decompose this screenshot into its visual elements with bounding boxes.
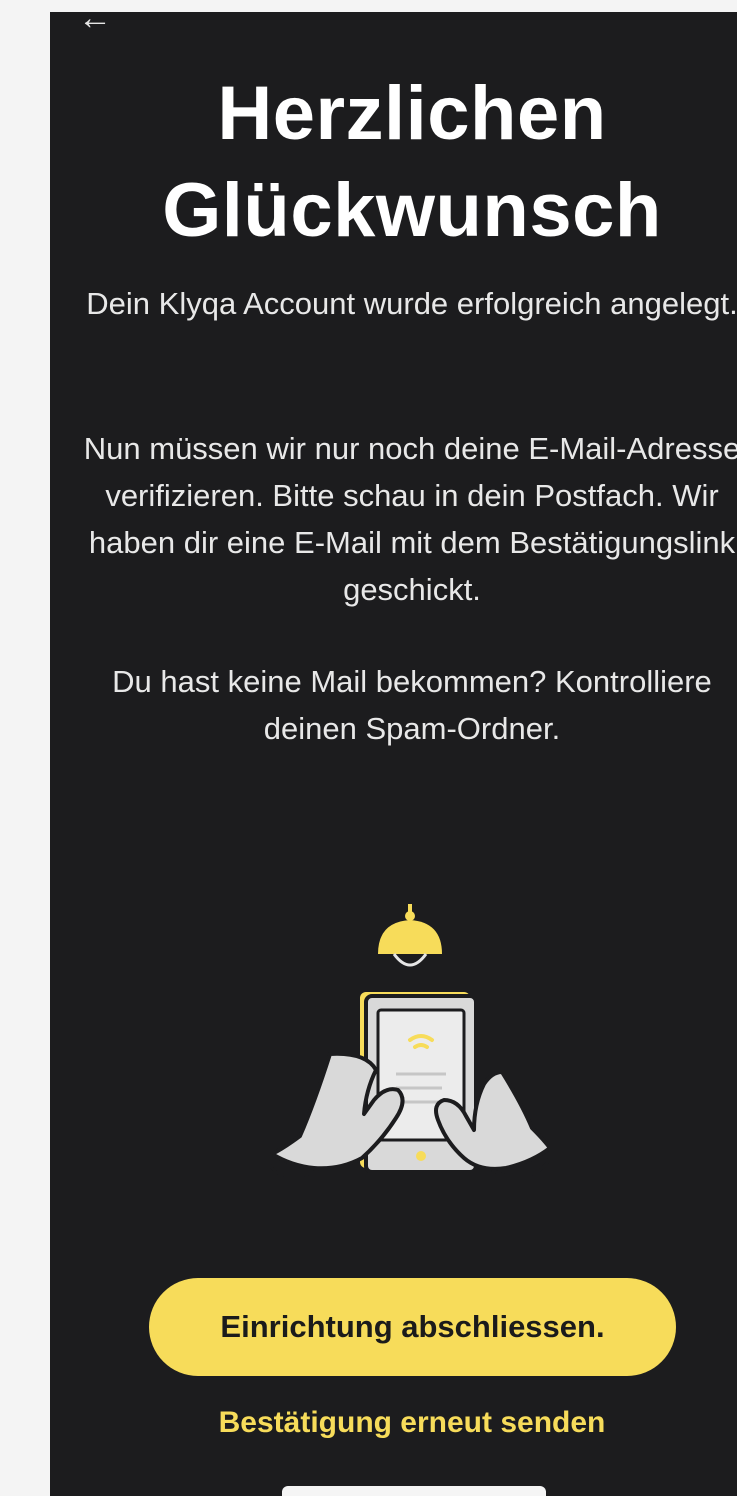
arrow-left-icon: ← xyxy=(78,12,112,37)
lamp-icon xyxy=(378,904,442,967)
resend-confirmation-link[interactable]: Bestätigung erneut senden xyxy=(50,1406,737,1440)
finish-setup-button[interactable]: Einrichtung abschliessen. xyxy=(149,1278,676,1376)
home-indicator xyxy=(282,1486,546,1496)
spam-hint-text: Du hast keine Mail bekommen? Kontrollier… xyxy=(112,664,712,746)
page-title-line-2: Glückwunsch xyxy=(162,168,662,253)
verify-email-text: Nun müssen wir nur noch deine E-Mail-Adr… xyxy=(83,431,737,607)
back-button[interactable]: ← xyxy=(78,12,138,38)
phone-with-hands-under-lamp-icon xyxy=(270,904,550,1178)
account-created-text: Dein Klyqa Account wurde erfolgreich ang… xyxy=(86,286,737,321)
congratulations-screen: ← Herzlichen Glückwunsch Dein Klyqa Acco… xyxy=(50,12,737,1496)
page-title-line-1: Herzlichen xyxy=(217,71,607,156)
finish-setup-label: Einrichtung abschliessen. xyxy=(220,1309,605,1344)
